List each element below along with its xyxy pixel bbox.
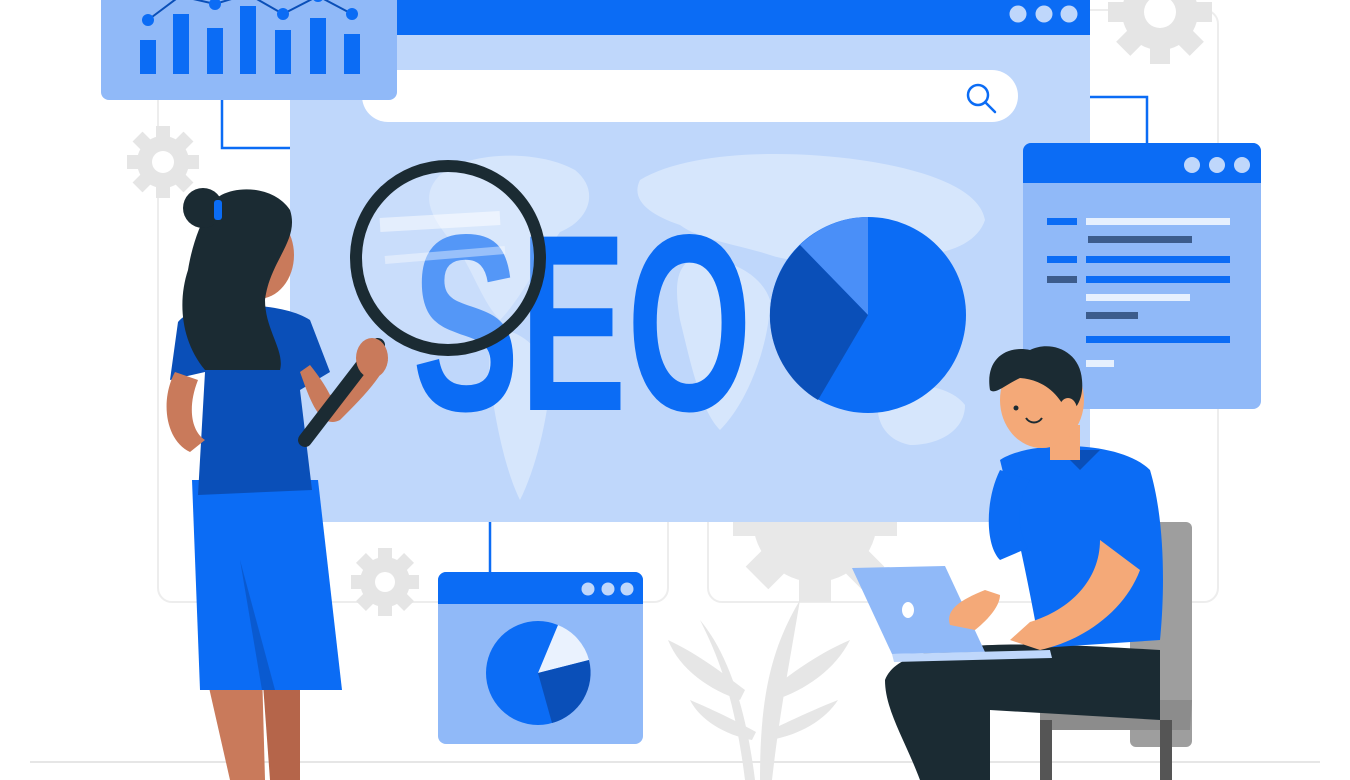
pie-chart-icon <box>769 217 966 413</box>
gear-icon <box>351 548 419 616</box>
seo-illustration: SEO <box>30 0 1320 780</box>
pie-chart-icon <box>486 621 591 725</box>
window-dots-icon <box>1184 157 1250 173</box>
plant-decoration <box>668 600 850 780</box>
pie-chart-window <box>438 572 643 744</box>
gear-icon <box>127 126 199 198</box>
window-dots-icon <box>581 582 634 596</box>
window-dots-icon <box>1009 5 1078 23</box>
bar-chart-window <box>101 0 397 100</box>
gear-icon <box>1108 0 1212 64</box>
search-bar <box>362 70 1018 122</box>
